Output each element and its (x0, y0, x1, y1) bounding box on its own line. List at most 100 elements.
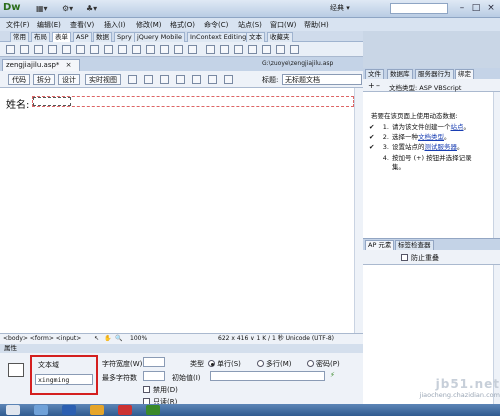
hidden-field-icon[interactable] (34, 45, 43, 54)
checkbox-icon[interactable] (62, 45, 71, 54)
tab-forms[interactable]: 表单 (52, 32, 71, 42)
document-type-link[interactable]: 文档类型 (418, 133, 444, 141)
testing-server-link[interactable]: 测试服务器 (425, 143, 458, 151)
textfield-name-input[interactable]: xingming (35, 374, 93, 385)
document-tab[interactable]: zengjiajilu.asp* × (2, 59, 80, 71)
menu-file[interactable]: 文件(F) (6, 20, 30, 30)
spry-validation-password-icon[interactable] (262, 45, 271, 54)
ap-scrollbar[interactable] (493, 265, 500, 404)
menu-help[interactable]: 帮助(H) (304, 20, 329, 30)
minimize-button[interactable]: – (455, 2, 469, 15)
word-icon[interactable] (62, 405, 76, 415)
split-view-button[interactable]: 拆分 (33, 74, 55, 85)
fieldset-icon[interactable] (188, 45, 197, 54)
site-menu-icon[interactable]: ♣▾ (86, 4, 97, 14)
init-value-input[interactable] (210, 371, 325, 381)
form-outline[interactable] (32, 96, 354, 107)
tag-selector[interactable]: <body> <form> <input> (3, 334, 81, 344)
tab-ap-elements[interactable]: AP 元素 (365, 240, 395, 250)
close-tab-icon[interactable]: × (66, 61, 72, 69)
tab-text[interactable]: 文本 (246, 32, 265, 42)
menu-edit[interactable]: 编辑(E) (37, 20, 61, 30)
menu-insert[interactable]: 插入(I) (104, 20, 126, 30)
spry-validation-textarea-icon[interactable] (220, 45, 229, 54)
visual-aids-icon[interactable] (208, 75, 217, 84)
tab-server-behaviors[interactable]: 服务器行为 (415, 69, 454, 79)
radio-icon[interactable] (76, 45, 85, 54)
label-icon[interactable] (174, 45, 183, 54)
spry-validation-checkbox-icon[interactable] (234, 45, 243, 54)
preview-browser-icon[interactable] (144, 75, 153, 84)
remove-binding-icon[interactable]: – (376, 81, 380, 90)
folder-icon[interactable] (90, 405, 104, 415)
menu-modify[interactable]: 修改(M) (136, 20, 162, 30)
select-list-icon[interactable] (104, 45, 113, 54)
refresh-design-icon[interactable] (224, 75, 233, 84)
dynamic-data-icon[interactable]: ⚡ (330, 371, 335, 379)
tab-asp[interactable]: ASP (73, 32, 92, 42)
prevent-overlap-checkbox[interactable] (401, 254, 408, 261)
tab-data[interactable]: 数据 (93, 32, 112, 42)
button-icon[interactable] (160, 45, 169, 54)
tab-common[interactable]: 常用 (10, 32, 29, 42)
select-tool-icon[interactable]: ↖ (94, 334, 99, 344)
dreamweaver-task-icon[interactable] (146, 405, 160, 415)
jump-menu-icon[interactable] (118, 45, 127, 54)
w3c-validation-icon[interactable] (176, 75, 185, 84)
tab-jquery-mobile[interactable]: jQuery Mobile (134, 32, 185, 42)
tab-spry[interactable]: Spry (114, 32, 135, 42)
menu-site[interactable]: 站点(S) (238, 20, 262, 30)
workspace-switcher[interactable]: 经典 ▾ (330, 3, 350, 13)
design-view-button[interactable]: 设计 (58, 74, 80, 85)
disabled-checkbox[interactable] (143, 386, 150, 393)
close-button[interactable]: × (484, 2, 498, 15)
add-binding-icon[interactable]: + (368, 81, 375, 90)
file-field-icon[interactable] (146, 45, 155, 54)
tab-favorites[interactable]: 收藏夹 (267, 32, 293, 42)
check-browser-icon[interactable] (192, 75, 201, 84)
spry-validation-text-icon[interactable] (206, 45, 215, 54)
zoom-select[interactable]: 100% (130, 334, 147, 344)
name-text-field[interactable] (33, 97, 71, 106)
properties-header[interactable]: 属性 (0, 344, 363, 353)
form-icon[interactable] (6, 45, 15, 54)
spry-validation-radio-icon[interactable] (290, 45, 299, 54)
extend-gear-icon[interactable]: ⚙▾ (62, 4, 73, 14)
zoom-tool-icon[interactable]: 🔍 (115, 334, 122, 344)
multiscreen-icon[interactable] (128, 75, 137, 84)
app-icon[interactable] (118, 405, 132, 415)
design-canvas[interactable]: 姓名: (0, 88, 360, 333)
menu-format[interactable]: 格式(O) (170, 20, 195, 30)
maximize-button[interactable]: □ (469, 2, 483, 15)
type-multi-radio[interactable] (257, 360, 264, 367)
menu-window[interactable]: 窗口(W) (270, 20, 296, 30)
type-single-radio[interactable] (208, 360, 215, 367)
hand-tool-icon[interactable]: ✋ (104, 334, 111, 344)
type-password-radio[interactable] (307, 360, 314, 367)
title-input[interactable]: 无标题文档 (282, 74, 362, 85)
text-field-icon[interactable] (20, 45, 29, 54)
live-view-button[interactable]: 实时视图 (85, 74, 121, 85)
radio-group-icon[interactable] (90, 45, 99, 54)
tab-bindings[interactable]: 绑定 (455, 69, 474, 79)
tab-layout[interactable]: 布局 (31, 32, 50, 42)
menu-commands[interactable]: 命令(C) (204, 20, 228, 30)
code-view-button[interactable]: 代码 (8, 74, 30, 85)
menu-view[interactable]: 查看(V) (70, 20, 94, 30)
bindings-scrollbar[interactable] (493, 92, 500, 238)
tab-incontext-editing[interactable]: InContext Editing (187, 32, 250, 42)
site-link[interactable]: 站点 (451, 123, 464, 131)
max-chars-input[interactable] (143, 371, 165, 381)
start-icon[interactable] (6, 405, 20, 415)
layout-menu-icon[interactable]: ▦▾ (36, 4, 48, 14)
spry-validation-select-icon[interactable] (248, 45, 257, 54)
browser-icon[interactable] (34, 405, 48, 415)
tab-databases[interactable]: 数据库 (387, 69, 413, 79)
tab-files[interactable]: 文件 (365, 69, 384, 79)
file-management-icon[interactable] (160, 75, 169, 84)
tab-tag-inspector[interactable]: 标签检查器 (395, 240, 434, 250)
image-field-icon[interactable] (132, 45, 141, 54)
textarea-icon[interactable] (48, 45, 57, 54)
char-width-input[interactable] (143, 357, 165, 367)
canvas-scrollbar[interactable] (354, 88, 363, 333)
